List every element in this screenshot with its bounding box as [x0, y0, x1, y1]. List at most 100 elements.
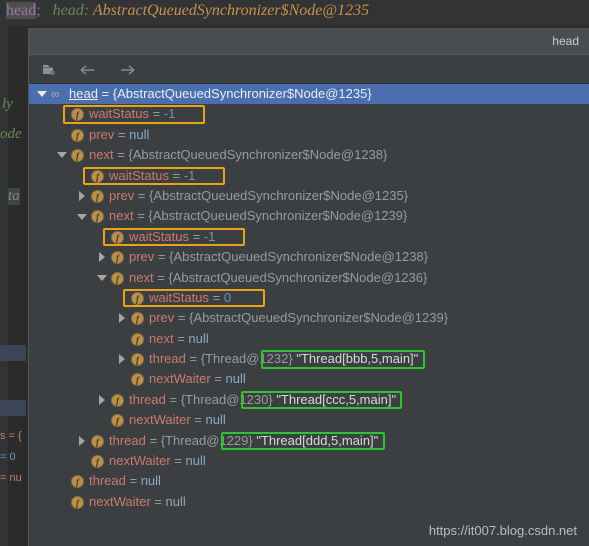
tree-row[interactable]: f nextWaiter = null: [29, 369, 589, 389]
field-value: {Thread@1232}: [200, 351, 293, 367]
chevron-down-icon[interactable]: [55, 145, 69, 165]
field-value: -1: [183, 167, 196, 183]
tree-row[interactable]: f thread = {Thread@1232} "Thread[bbb,5,ma…: [29, 349, 589, 369]
tree-row-text: waitStatus = -1: [109, 166, 195, 186]
field-name: thread: [149, 351, 186, 367]
field-value: null: [205, 412, 226, 428]
field-name: waitStatus: [109, 167, 169, 183]
field-icon: f: [71, 495, 84, 509]
chevron-right-icon[interactable]: [95, 390, 109, 410]
editor-top-line: head; head: AbstractQueuedSynchronizer$N…: [0, 0, 589, 26]
tree-row-text: thread = {Thread@1232} "Thread[bbb,5,mai…: [149, 349, 418, 369]
chevron-right-icon[interactable]: [75, 431, 89, 451]
jump-to-source-icon[interactable]: [37, 57, 61, 83]
tree-row[interactable]: f next = {AbstractQueuedSynchronizer$Node…: [29, 268, 589, 288]
field-name: nextWaiter: [129, 412, 191, 428]
watermark: https://it007.blog.csdn.net: [428, 523, 577, 538]
variable-tree[interactable]: ∞ head = {AbstractQueuedSynchronizer$Node…: [29, 84, 589, 545]
tree-row-text: waitStatus = -1: [89, 104, 175, 124]
field-string-value: "Thread[ddd,5,main]": [252, 432, 379, 448]
chevron-down-icon[interactable]: [75, 206, 89, 226]
infinity-icon: ∞: [51, 87, 60, 101]
debugger-strip-1: [0, 345, 26, 361]
chevron-down-icon[interactable]: [35, 84, 49, 104]
chevron-right-icon[interactable]: [115, 308, 129, 328]
tree-row[interactable]: f waitStatus = -1: [29, 104, 589, 124]
field-value: {AbstractQueuedSynchronizer$Node@1238}: [128, 147, 388, 163]
back-arrow-icon[interactable]: [76, 57, 100, 83]
field-icon: f: [71, 149, 84, 163]
equals-sign: =: [133, 208, 149, 224]
field-value: null: [188, 330, 209, 346]
field-value: -1: [203, 228, 216, 244]
tree-row[interactable]: f next = {AbstractQueuedSynchronizer$Node…: [29, 206, 589, 226]
tree-row-text: nextWaiter = null: [129, 410, 226, 430]
tree-row[interactable]: f next = null: [29, 329, 589, 349]
equals-sign: =: [113, 147, 129, 163]
chevron-right-icon[interactable]: [75, 186, 89, 206]
tree-row-text: prev = {AbstractQueuedSynchronizer$Node@…: [129, 247, 428, 267]
debugger-strip-2: [0, 400, 26, 416]
forward-arrow-icon[interactable]: [115, 57, 139, 83]
tree-row[interactable]: f thread = {Thread@1230} "Thread[ccc,5,ma…: [29, 390, 589, 410]
screenshot-root: ly ode ta s = { = 0 = nu head; head: Abs…: [0, 0, 589, 546]
field-name: next: [109, 208, 134, 224]
inline-hint-value: AbstractQueuedSynchronizer$Node@1235: [92, 2, 370, 19]
tree-row-text: next = null: [149, 329, 209, 349]
field-name: nextWaiter: [89, 493, 151, 509]
tree-row[interactable]: f prev = {AbstractQueuedSynchronizer$Node…: [29, 308, 589, 328]
tree-row-text: next = {AbstractQueuedSynchronizer$Node@…: [109, 206, 407, 226]
field-name: nextWaiter: [109, 453, 171, 469]
field-value: {AbstractQueuedSynchronizer$Node@1236}: [168, 269, 428, 285]
debugger-fragment-1: s = {: [0, 430, 22, 442]
tree-row[interactable]: f nextWaiter = null: [29, 492, 589, 512]
tree-row[interactable]: f prev = {AbstractQueuedSynchronizer$Node…: [29, 247, 589, 267]
tree-row-text: nextWaiter = null: [109, 451, 206, 471]
editor-fragment-1: ly: [2, 96, 13, 112]
field-value: 0: [223, 289, 232, 305]
tree-row[interactable]: f nextWaiter = null: [29, 410, 589, 430]
tree-row[interactable]: f waitStatus = -1: [29, 227, 589, 247]
equals-sign: =: [188, 228, 204, 244]
field-name: waitStatus: [149, 289, 209, 305]
field-string-value: "Thread[bbb,5,main]": [292, 351, 419, 367]
field-icon: f: [71, 475, 84, 489]
debugger-fragment-2: = 0: [0, 451, 16, 463]
field-icon: f: [111, 251, 124, 265]
field-value: null: [225, 371, 246, 387]
equals-sign: =: [185, 351, 201, 367]
tree-row-text: thread = {Thread@1229} "Thread[ddd,5,mai…: [109, 431, 378, 451]
tree-row[interactable]: f nextWaiter = null: [29, 451, 589, 471]
tree-row[interactable]: f prev = null: [29, 125, 589, 145]
field-icon: f: [111, 230, 124, 244]
tree-row[interactable]: ∞ head = {AbstractQueuedSynchronizer$Node…: [29, 84, 589, 105]
tree-row[interactable]: f thread = null: [29, 471, 589, 491]
tree-row-text: next = {AbstractQueuedSynchronizer$Node@…: [89, 145, 387, 165]
tree-row[interactable]: f prev = {AbstractQueuedSynchronizer$Node…: [29, 186, 589, 206]
field-icon: f: [111, 414, 124, 428]
equals-sign: =: [210, 371, 226, 387]
field-icon: f: [131, 291, 144, 305]
field-icon: f: [91, 455, 104, 469]
field-value: {AbstractQueuedSynchronizer$Node@1235}: [112, 86, 372, 101]
equals-sign: =: [154, 249, 170, 265]
tree-row[interactable]: f waitStatus = -1: [29, 166, 589, 186]
tree-row[interactable]: f waitStatus = 0: [29, 288, 589, 308]
chevron-right-icon[interactable]: [95, 247, 109, 267]
field-name: prev: [149, 310, 175, 326]
equals-sign: =: [208, 289, 224, 305]
field-value: {AbstractQueuedSynchronizer$Node@1235}: [149, 187, 409, 203]
chevron-right-icon[interactable]: [115, 349, 129, 369]
tree-row-text: nextWaiter = null: [149, 369, 246, 389]
field-value: null: [185, 453, 206, 469]
equals-sign: =: [97, 86, 113, 101]
field-name: prev: [109, 187, 135, 203]
equals-sign: =: [145, 432, 161, 448]
equals-sign: =: [173, 330, 189, 346]
inline-hint-label: head:: [52, 2, 90, 19]
field-value: {AbstractQueuedSynchronizer$Node@1239}: [189, 310, 449, 326]
chevron-down-icon[interactable]: [95, 268, 109, 288]
tree-row[interactable]: f next = {AbstractQueuedSynchronizer$Node…: [29, 145, 589, 165]
field-name: thread: [129, 391, 166, 407]
tree-row[interactable]: f thread = {Thread@1229} "Thread[ddd,5,ma…: [29, 431, 589, 451]
